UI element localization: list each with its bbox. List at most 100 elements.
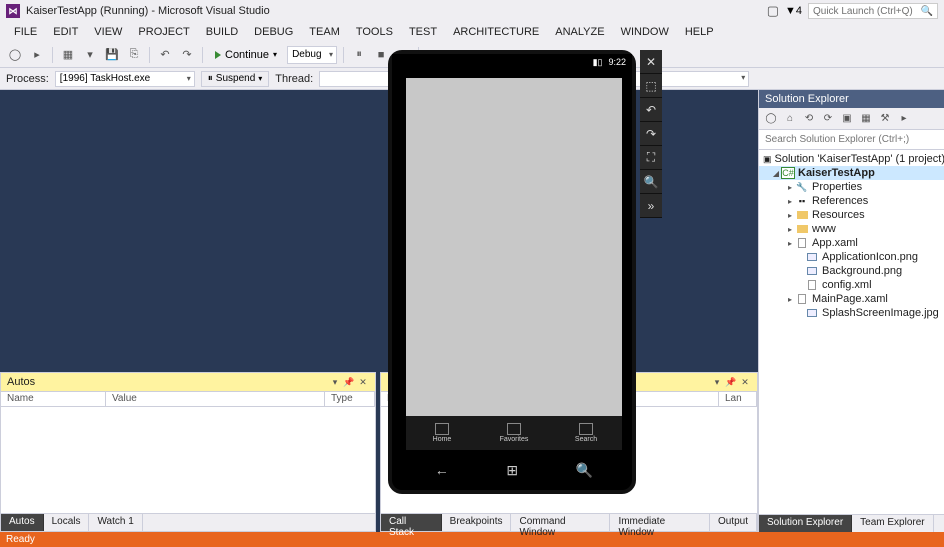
tab-watch1[interactable]: Watch 1 [89,514,142,531]
node-label: Properties [812,181,862,193]
tab-output[interactable]: Output [710,514,757,531]
emulator-close-button[interactable]: ✕ [640,50,662,74]
references-node[interactable]: ▸ ▪▪ References [759,194,944,208]
preview-icon[interactable]: ▸ [896,111,912,127]
solution-search-input[interactable] [759,130,944,149]
col-type[interactable]: Type [325,392,375,406]
background-file[interactable]: Background.png [759,264,944,278]
solution-search[interactable] [759,130,944,150]
expander-icon[interactable]: ▸ [785,211,795,220]
expander-icon[interactable]: ▸ [785,183,795,192]
resources-folder[interactable]: ▸ Resources [759,208,944,222]
tab-command-window[interactable]: Command Window [511,514,610,531]
menu-view[interactable]: VIEW [86,24,130,40]
appxaml-file[interactable]: ▸ App.xaml [759,236,944,250]
solution-icon: ▣ [763,153,772,165]
show-all-icon[interactable]: ▦ [858,111,874,127]
mainpage-file[interactable]: ▸ MainPage.xaml [759,292,944,306]
menu-window[interactable]: WINDOW [613,24,677,40]
emulator-screen[interactable] [406,78,622,438]
appbar-favorites[interactable]: Favorites [478,416,550,450]
config-file[interactable]: config.xml [759,278,944,292]
expander-icon[interactable]: ◢ [771,169,781,178]
menu-build[interactable]: BUILD [198,24,246,40]
menu-tools[interactable]: TOOLS [348,24,401,40]
expander-icon[interactable]: ▸ [785,239,795,248]
refresh-icon[interactable]: ⟳ [820,111,836,127]
pause-button[interactable]: ⏸ [350,46,368,64]
appbar-label: Home [433,436,452,443]
www-folder[interactable]: ▸ www [759,222,944,236]
window-title: KaiserTestApp (Running) - Microsoft Visu… [26,5,270,17]
emulator-zoom-button[interactable]: 🔍 [640,170,662,194]
expander-icon[interactable]: ▸ [785,197,795,206]
appbar-search[interactable]: Search [550,416,622,450]
home-icon[interactable]: ⌂ [782,111,798,127]
tab-autos[interactable]: Autos [1,514,44,531]
pin-icon[interactable]: 📌 [343,376,355,388]
feedback-icon[interactable]: ▢ [767,3,779,19]
windows-button[interactable]: ⊞ [506,462,518,479]
menu-debug[interactable]: DEBUG [246,24,301,40]
search-button[interactable]: 🔍 [576,462,593,479]
close-icon[interactable]: ✕ [357,376,369,388]
emulator-more-button[interactable]: » [640,194,662,218]
emulator-fit-button[interactable]: ⛶ [640,146,662,170]
solution-explorer-tabstrip: Solution Explorer Team Explorer [759,514,944,532]
properties-node[interactable]: ▸ 🔧 Properties [759,180,944,194]
appbar-home[interactable]: Home [406,416,478,450]
emulator-rotate-right-button[interactable]: ↷ [640,122,662,146]
tab-breakpoints[interactable]: Breakpoints [442,514,512,531]
config-combo[interactable]: Debug [287,46,337,64]
menu-test[interactable]: TEST [401,24,445,40]
folder-icon [797,211,808,219]
menu-help[interactable]: HELP [677,24,722,40]
notifications-flag[interactable]: ▼4 [785,5,802,17]
home-icon [435,423,449,435]
menu-team[interactable]: TEAM [301,24,348,40]
dropdown-icon[interactable]: ▾ [329,376,341,388]
references-icon: ▪▪ [795,195,809,207]
emulator-rotate-left-button[interactable]: ↶ [640,98,662,122]
tab-immediate-window[interactable]: Immediate Window [610,514,710,531]
project-node[interactable]: ◢ C# KaiserTestApp [759,166,944,180]
sync-icon[interactable]: ⟲ [801,111,817,127]
expander-icon[interactable]: ▸ [785,295,795,304]
menu-file[interactable]: FILE [6,24,45,40]
open-button[interactable]: ▾ [81,46,99,64]
col-name[interactable]: Name [1,392,106,406]
collapse-icon[interactable]: ▣ [839,111,855,127]
tab-solution-explorer[interactable]: Solution Explorer [759,515,852,532]
col-value[interactable]: Value [106,392,325,406]
menu-edit[interactable]: EDIT [45,24,86,40]
save-button[interactable]: 💾 [103,46,121,64]
menu-analyze[interactable]: ANALYZE [547,24,612,40]
menu-architecture[interactable]: ARCHITECTURE [445,24,547,40]
tab-callstack[interactable]: Call Stack [381,514,442,531]
nav-back-button[interactable]: ◯ [6,46,24,64]
dropdown-icon[interactable]: ▾ [711,376,723,388]
continue-button[interactable]: Continue ▾ [209,46,283,64]
properties-icon[interactable]: ⚒ [877,111,893,127]
emulator-minimize-button[interactable]: ⬚ [640,74,662,98]
solution-node[interactable]: ▣ Solution 'KaiserTestApp' (1 project) [759,152,944,166]
save-all-button[interactable]: ⎘ [125,46,143,64]
back-icon[interactable]: ◯ [763,111,779,127]
new-button[interactable]: ▦ [59,46,77,64]
splash-file[interactable]: SplashScreenImage.jpg [759,306,944,320]
quick-launch-input[interactable]: Quick Launch (Ctrl+Q) 🔍 [808,3,938,19]
pin-icon[interactable]: 📌 [725,376,737,388]
undo-button[interactable]: ↶ [156,46,174,64]
back-button[interactable]: ← [435,462,449,478]
suspend-button[interactable]: ⏸ Suspend ▾ [201,71,270,87]
tab-team-explorer[interactable]: Team Explorer [852,515,933,532]
menu-project[interactable]: PROJECT [130,24,197,40]
process-dropdown[interactable]: [1996] TaskHost.exe [55,71,195,87]
appicon-file[interactable]: ApplicationIcon.png [759,250,944,264]
tab-locals[interactable]: Locals [44,514,90,531]
expander-icon[interactable]: ▸ [785,225,795,234]
close-icon[interactable]: ✕ [739,376,751,388]
nav-fwd-button[interactable]: ▸ [28,46,46,64]
redo-button[interactable]: ↷ [178,46,196,64]
col-lang[interactable]: Lan [719,392,757,406]
